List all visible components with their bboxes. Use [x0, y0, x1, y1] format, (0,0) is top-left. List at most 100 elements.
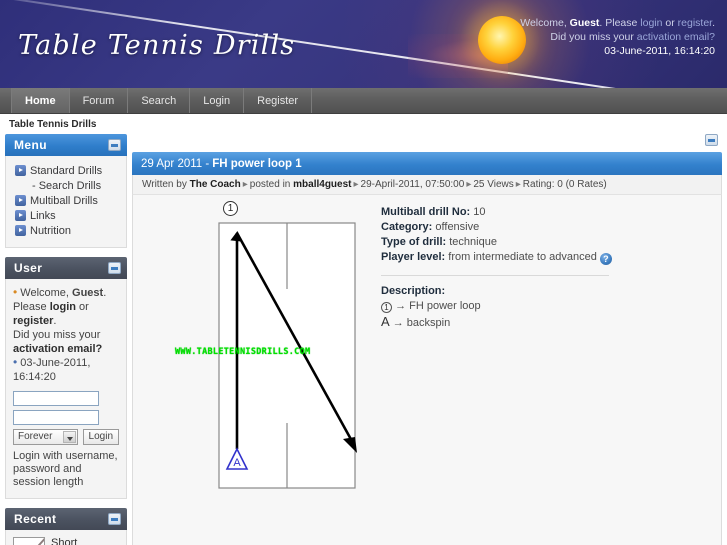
drill-info-panel: Multiball drill No: 10 Category: offensi…: [381, 205, 701, 331]
recent-panel-title: Recent: [14, 512, 57, 526]
drill-level-value: from intermediate to advanced: [448, 251, 597, 263]
recent-panel: Recent Short explanation about m... by T…: [5, 508, 127, 545]
banner-register-link[interactable]: register: [678, 17, 712, 29]
password-input[interactable]: [13, 410, 99, 425]
post-meta: Written by The Coach ▸ posted in mball4gue…: [132, 175, 722, 195]
description-line-2: A → backspin: [381, 314, 701, 331]
collapse-icon[interactable]: [705, 134, 718, 146]
session-length-value: Forever: [18, 431, 53, 442]
collapse-icon[interactable]: [108, 139, 121, 151]
user-welcome-line: • Welcome, Guest.: [13, 286, 119, 300]
user-welcome-period: .: [103, 287, 107, 299]
nav-tab-forum[interactable]: Forum: [70, 88, 129, 113]
drill-no-line: Multiball drill No: 10: [381, 205, 701, 220]
user-or-text: or: [75, 301, 89, 313]
banner-datetime: 03-June-2011, 16:14:20: [604, 45, 715, 57]
sidebar-login-link[interactable]: login: [50, 301, 76, 313]
activation-question: Did you miss your: [550, 31, 637, 43]
written-by-label: Written by: [142, 179, 190, 190]
table-tennis-diagram: 1 A WWW.TABLETENNISDRILLS.COM: [175, 201, 385, 501]
meta-sep-icon: ▸: [353, 179, 359, 190]
breadcrumb[interactable]: Table Tennis Drills: [9, 119, 96, 130]
sun-decoration: [478, 16, 526, 64]
arrow-right-icon: [15, 164, 26, 176]
sidebar-datetime: 03-June-2011, 16:14:20: [13, 357, 91, 383]
description-marker-a: A: [381, 314, 390, 329]
login-button[interactable]: Login: [82, 429, 119, 445]
chevron-down-icon[interactable]: [62, 431, 76, 443]
user-period2: .: [53, 315, 57, 327]
menu-panel-title: Menu: [14, 138, 47, 152]
orange-bullet-icon: •: [13, 285, 18, 299]
post-title-bar: 29 Apr 2011 - FH power loop 1: [132, 152, 722, 175]
user-panel-title: User: [14, 261, 43, 275]
collapse-icon[interactable]: [108, 262, 121, 274]
sidebar-item: Links: [15, 208, 119, 223]
sidebar-item: Standard Drills: [15, 163, 119, 178]
watermark: WWW.TABLETENNISDRILLS.COM: [175, 347, 311, 357]
user-please-text: Please: [13, 301, 50, 313]
drill-no-value: 10: [473, 206, 486, 218]
recent-panel-body: Short explanation about m... by The Coac…: [5, 530, 127, 545]
menu-panel-header: Menu: [5, 134, 127, 156]
posted-in-label: posted in: [249, 179, 294, 190]
login-form: Forever Login Login with username, passw…: [13, 391, 119, 489]
drill-type-value: technique: [449, 236, 497, 248]
nav-tab-home[interactable]: Home: [11, 88, 70, 113]
drill-type-line: Type of drill: technique: [381, 235, 701, 250]
activation-line: Did you miss your activation email?: [520, 30, 715, 44]
sidebar-activation-link[interactable]: activation email?: [13, 343, 102, 355]
description-label: Description:: [381, 285, 446, 297]
nav-tab-search[interactable]: Search: [128, 88, 191, 113]
login-hint: Login with username, password and sessio…: [13, 450, 118, 488]
description-text-1: → FH power loop: [395, 300, 481, 312]
list-item: Short explanation about m...: [13, 537, 119, 545]
drill-level-label: Player level:: [381, 251, 446, 263]
welcome-or: or: [662, 17, 678, 29]
menu-panel-body: Standard Drills - Search Drills Multiball …: [5, 156, 127, 248]
arrow-right-icon: [15, 224, 26, 236]
menu-panel: Menu Standard Drills - Search Drills Multi…: [5, 134, 127, 248]
sidebar-register-link[interactable]: register: [13, 315, 53, 327]
user-panel-header: User: [5, 257, 127, 279]
arrow-right-icon: [15, 194, 26, 206]
sidebar-item-label[interactable]: Multiball Drills: [30, 194, 98, 208]
welcome-mid: . Please: [599, 17, 641, 29]
sidebar-item-label[interactable]: Links: [30, 209, 56, 223]
main-navigation: Home Forum Search Login Register: [0, 88, 727, 114]
login-row: Forever Login: [13, 429, 119, 445]
banner-login-link[interactable]: login: [640, 17, 662, 29]
menu-list: Standard Drills - Search Drills Multiball …: [13, 163, 119, 238]
sidebar-item-label[interactable]: - Search Drills: [32, 180, 101, 192]
welcome-suffix: .: [712, 17, 715, 29]
nav-tab-register[interactable]: Register: [244, 88, 313, 113]
post-rating: Rating: 0 (0 Rates): [522, 179, 607, 190]
drill-type-label: Type of drill:: [381, 236, 447, 248]
divider: [381, 275, 609, 276]
user-panel-body: • Welcome, Guest. Please login or regist…: [5, 279, 127, 499]
sidebar-item: Nutrition: [15, 223, 119, 238]
session-length-select[interactable]: Forever: [13, 429, 78, 445]
collapse-icon[interactable]: [108, 513, 121, 525]
sidebar-item-label[interactable]: Standard Drills: [30, 164, 102, 178]
blue-bullet-icon: •: [13, 355, 18, 369]
nav-tab-login[interactable]: Login: [190, 88, 245, 113]
description-text-2: → backspin: [392, 317, 451, 329]
description-line-1: 1 → FH power loop: [381, 299, 701, 314]
welcome-username: Guest: [569, 17, 600, 29]
sidebar-item-label[interactable]: Nutrition: [30, 224, 71, 238]
recent-thumbnail[interactable]: [13, 537, 45, 545]
post-author[interactable]: The Coach: [190, 179, 241, 190]
drill-category-line: Category: offensive: [381, 220, 701, 235]
page-title: FH power loop 1: [212, 157, 302, 170]
post-board[interactable]: mball4guest: [293, 179, 351, 190]
help-icon[interactable]: ?: [599, 253, 612, 265]
user-welcome-name: Guest: [72, 287, 104, 299]
sidebar-item: Multiball Drills: [15, 193, 119, 208]
username-input[interactable]: [13, 391, 99, 406]
meta-sep-icon: ▸: [515, 179, 521, 190]
page-body: Menu Standard Drills - Search Drills Multi…: [0, 134, 727, 545]
banner-activation-link[interactable]: activation email?: [637, 31, 715, 43]
recent-item-title[interactable]: Short explanation about m...: [51, 537, 119, 545]
sidebar-subitem: - Search Drills: [15, 178, 119, 193]
